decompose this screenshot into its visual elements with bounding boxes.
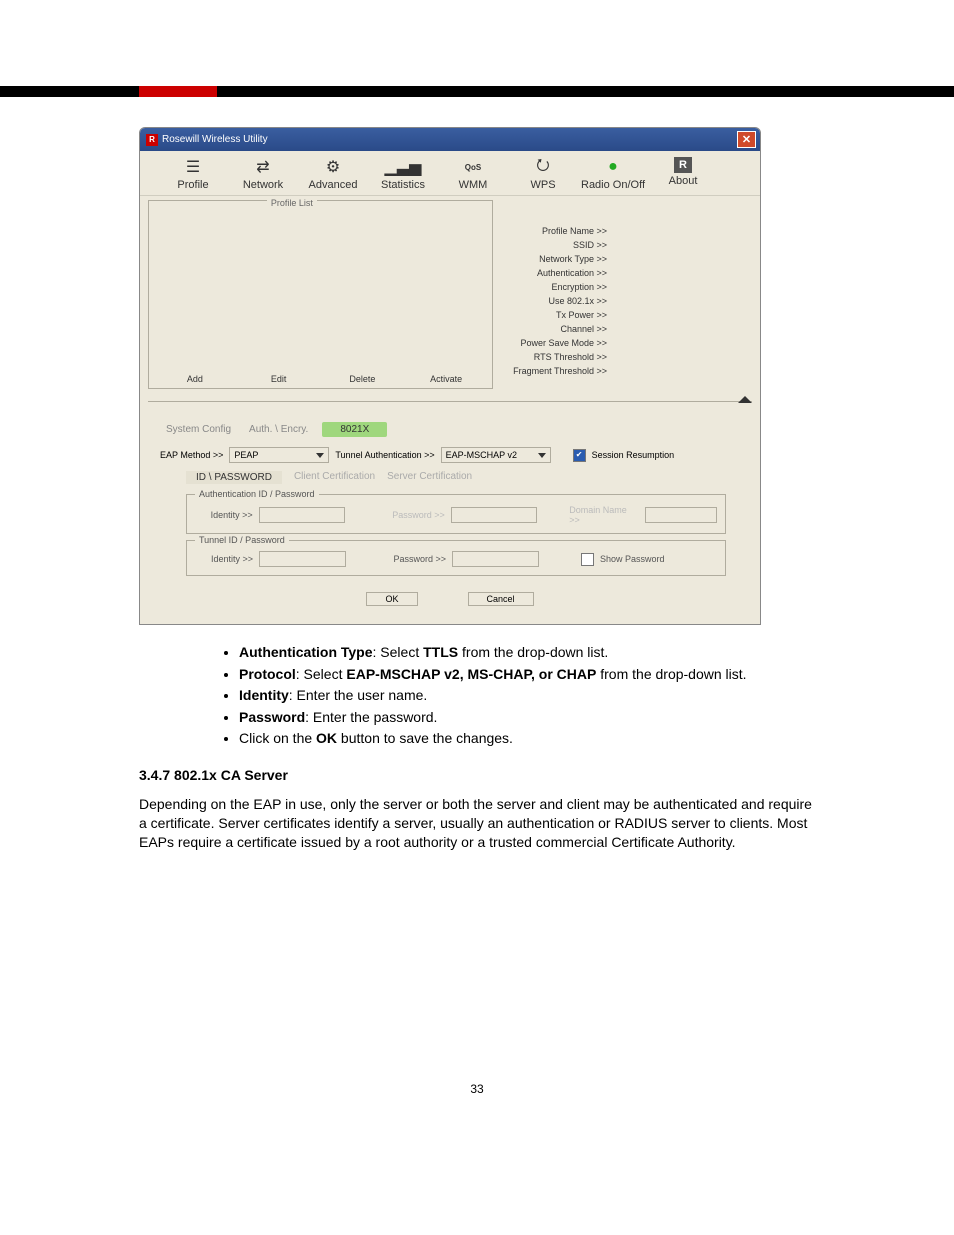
eap-method-label: EAP Method >> [160,450,223,460]
show-password-checkbox[interactable] [581,553,594,566]
app-window: R Rosewill Wireless Utility ✕ ☰Profile ⇄… [139,127,761,625]
tunnel-password-label: Password >> [388,554,446,564]
add-button[interactable]: Add [160,374,230,384]
profile-list-legend: Profile List [267,198,317,208]
main-toolbar: ☰Profile ⇄Network ⚙Advanced ▁▃▅Statistic… [140,151,760,196]
divider [148,401,752,412]
list-item: Authentication Type: Select TTLS from th… [239,643,815,663]
tab-advanced[interactable]: ⚙Advanced [298,157,368,191]
auth-identity-input[interactable] [259,507,346,523]
tab-network[interactable]: ⇄Network [228,157,298,191]
tab-radio[interactable]: ●Radio On/Off [578,157,648,191]
statistics-icon: ▁▃▅ [392,157,414,177]
list-item: Identity: Enter the user name. [239,686,815,706]
radio-icon: ● [602,157,624,177]
tunnel-id-password-group: Tunnel ID / Password Identity >> Passwor… [186,540,726,576]
close-icon[interactable]: ✕ [737,131,756,148]
title-bar: R Rosewill Wireless Utility ✕ [140,128,760,151]
page-header-bar [0,86,954,97]
list-item: Protocol: Select EAP-MSCHAP v2, MS-CHAP,… [239,665,815,685]
profile-details: Profile Name >> SSID >> Network Type >> … [493,200,752,389]
activate-button[interactable]: Activate [411,374,481,384]
tab-wmm[interactable]: QoSWMM [438,157,508,191]
section-heading: 3.4.7 802.1x CA Server [139,767,815,783]
network-icon: ⇄ [252,157,274,177]
chevron-down-icon [316,453,324,458]
header-red-accent [139,86,217,97]
tunnel-auth-label: Tunnel Authentication >> [335,450,434,460]
tab-about[interactable]: RAbout [648,157,718,191]
list-item: Click on the OK button to save the chang… [239,729,815,749]
tab-profile[interactable]: ☰Profile [158,157,228,191]
tunnel-identity-label: Identity >> [195,554,253,564]
tab-system-config[interactable]: System Config [162,422,235,437]
ok-button[interactable]: OK [366,592,417,606]
auth-password-input[interactable] [451,507,538,523]
tunnel-group-legend: Tunnel ID / Password [195,535,289,545]
delete-button[interactable]: Delete [327,374,397,384]
app-logo-icon: R [146,134,158,146]
show-password-label: Show Password [600,554,665,564]
session-resumption-label: Session Resumption [592,450,675,460]
profile-list-panel: Profile List Add Edit Delete Activate [148,200,493,389]
domain-name-input[interactable] [645,507,717,523]
auth-identity-label: Identity >> [195,510,253,520]
gear-icon: ⚙ [322,157,344,177]
cancel-button[interactable]: Cancel [468,592,534,606]
edit-button[interactable]: Edit [244,374,314,384]
chevron-down-icon [538,453,546,458]
auth-password-label: Password >> [387,510,445,520]
subtab-server-cert[interactable]: Server Certification [387,471,472,484]
session-resumption-checkbox[interactable]: ✔ [573,449,586,462]
instruction-list: Authentication Type: Select TTLS from th… [199,643,815,749]
list-item: Password: Enter the password. [239,708,815,728]
auth-group-legend: Authentication ID / Password [195,489,319,499]
window-title: Rosewill Wireless Utility [162,134,268,145]
body-paragraph: Depending on the EAP in use, only the se… [139,795,815,852]
eap-method-dropdown[interactable]: PEAP [229,447,329,463]
tab-8021x[interactable]: 8021X [322,422,387,437]
about-icon: R [674,157,692,173]
qos-icon: QoS [462,157,484,177]
collapse-arrow-icon[interactable] [738,396,752,403]
wps-icon: ⭮ [532,157,554,177]
domain-name-label: Domain Name >> [569,505,639,525]
auth-id-password-group: Authentication ID / Password Identity >>… [186,494,726,534]
subtab-id-password[interactable]: ID \ PASSWORD [186,471,282,484]
tunnel-auth-dropdown[interactable]: EAP-MSCHAP v2 [441,447,551,463]
tab-wps[interactable]: ⭮WPS [508,157,578,191]
profile-list[interactable] [153,215,488,370]
subtab-client-cert[interactable]: Client Certification [294,471,375,484]
page-number: 33 [139,1082,815,1096]
tab-statistics[interactable]: ▁▃▅Statistics [368,157,438,191]
tunnel-password-input[interactable] [452,551,539,567]
profile-icon: ☰ [182,157,204,177]
tab-auth-encry[interactable]: Auth. \ Encry. [245,422,312,437]
tunnel-identity-input[interactable] [259,551,346,567]
